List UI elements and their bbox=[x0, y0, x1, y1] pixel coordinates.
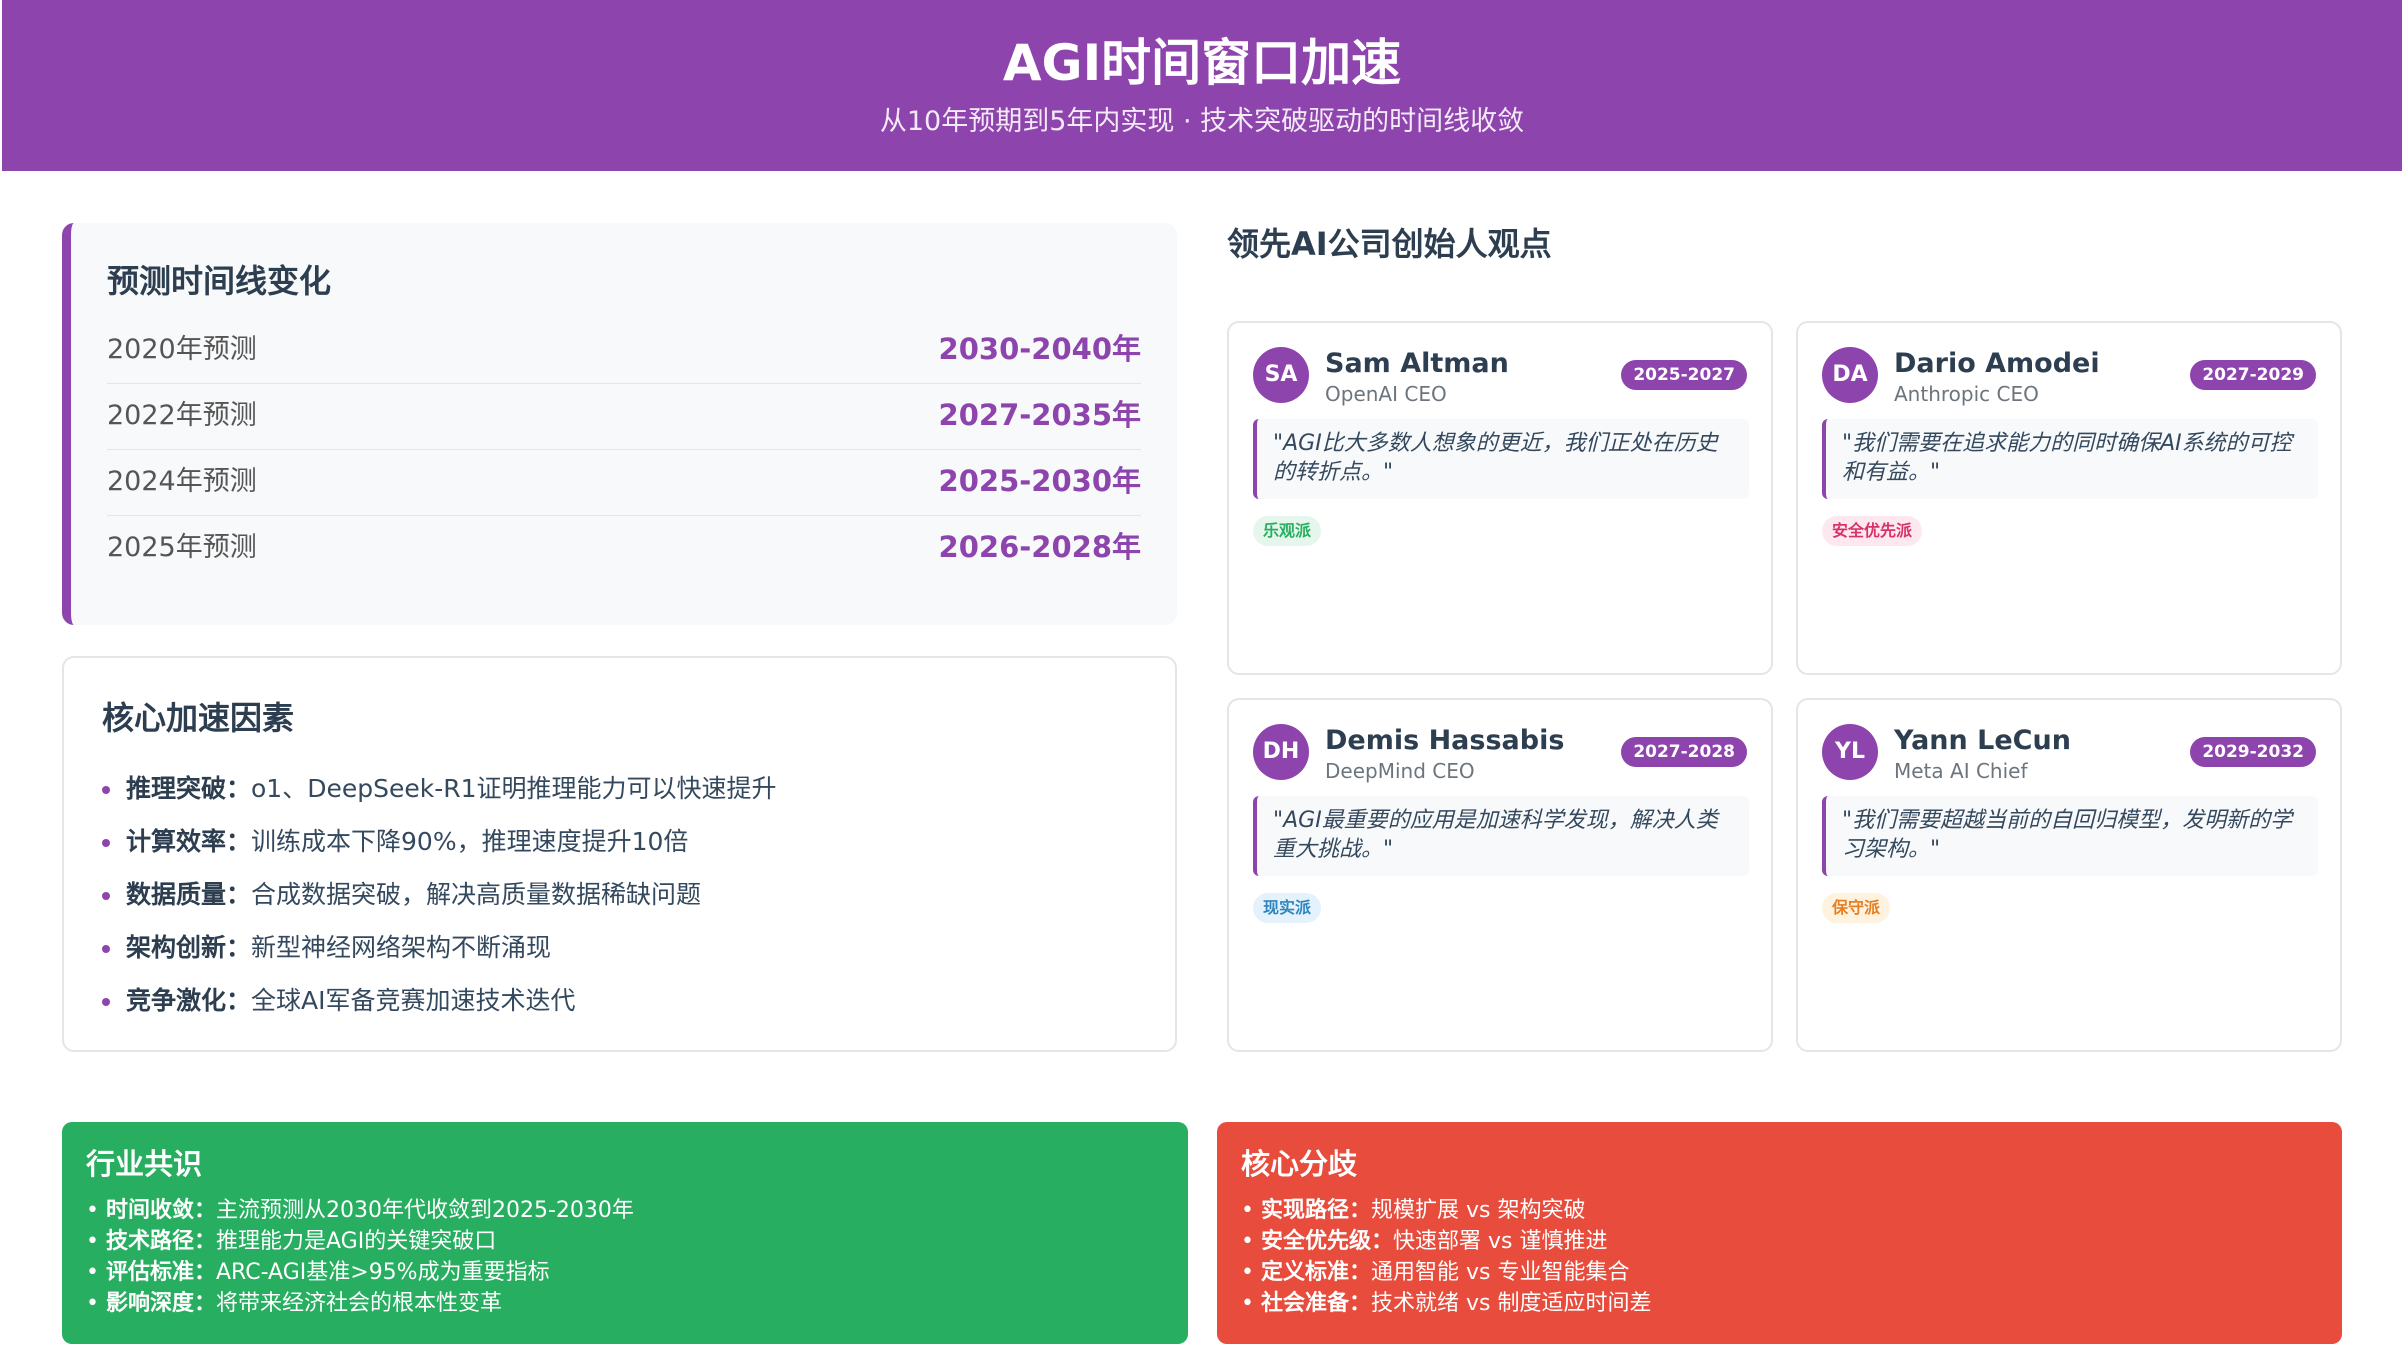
timeline-row: 2022年预测 2027-2035年 bbox=[107, 384, 1141, 450]
consensus-key: 影响深度： bbox=[105, 1291, 216, 1316]
avatar: SA bbox=[1253, 347, 1309, 403]
timeline-row-value: 2027-2035年 bbox=[938, 398, 1141, 432]
divergence-panel: 核心分歧 • 实现路径：规模扩展 vs 架构突破 • 安全优先级：快速部署 vs… bbox=[1217, 1122, 2342, 1344]
leader-name: Yann LeCun bbox=[1894, 725, 2071, 756]
consensus-text: ARC-AGI基准>95%成为重要指标 bbox=[216, 1260, 550, 1285]
list-item: • 定义标准：通用智能 vs 专业智能集合 bbox=[1241, 1260, 1630, 1285]
factor-key: 竞争激化： bbox=[126, 986, 252, 1015]
consensus-list: • 时间收敛：主流预测从2030年代收敛到2025-2030年 • 技术路径：推… bbox=[86, 1195, 634, 1319]
leader-role: Anthropic CEO bbox=[1894, 382, 2039, 406]
leader-card-lecun: YL Yann LeCun Meta AI Chief 2029-2032 "我… bbox=[1796, 698, 2342, 1052]
consensus-text: 推理能力是AGI的关键突破口 bbox=[216, 1229, 497, 1254]
timeline-row: 2025年预测 2026-2028年 bbox=[107, 516, 1141, 582]
prediction-badge: 2025-2027 bbox=[1621, 360, 1747, 390]
leader-quote: "我们需要在追求能力的同时确保AI系统的可控和有益。" bbox=[1822, 419, 2318, 499]
timeline-row-value: 2030-2040年 bbox=[938, 332, 1141, 366]
bullet-icon bbox=[102, 786, 110, 794]
timeline-row-label: 2020年预测 bbox=[107, 334, 257, 365]
stance-tag: 乐观派 bbox=[1253, 516, 1322, 546]
divergence-text: 通用智能 vs 专业智能集合 bbox=[1371, 1260, 1630, 1285]
leaders-title: 领先AI公司创始人观点 bbox=[1227, 225, 1552, 263]
factor-key: 推理突破： bbox=[126, 774, 252, 803]
consensus-text: 主流预测从2030年代收敛到2025-2030年 bbox=[216, 1198, 634, 1223]
factor-key: 数据质量： bbox=[126, 880, 252, 909]
factor-text: o1、DeepSeek-R1证明推理能力可以快速提升 bbox=[251, 774, 777, 803]
list-item: 数据质量：合成数据突破，解决高质量数据稀缺问题 bbox=[102, 868, 777, 921]
leader-role: Meta AI Chief bbox=[1894, 759, 2028, 783]
divergence-list: • 实现路径：规模扩展 vs 架构突破 • 安全优先级：快速部署 vs 谨慎推进… bbox=[1241, 1195, 1651, 1319]
prediction-badge: 2029-2032 bbox=[2190, 737, 2316, 767]
list-item: • 实现路径：规模扩展 vs 架构突破 bbox=[1241, 1198, 1586, 1223]
timeline-title: 预测时间线变化 bbox=[107, 262, 332, 300]
prediction-badge: 2027-2028 bbox=[1621, 737, 1747, 767]
list-item: 计算效率：训练成本下降90%，推理速度提升10倍 bbox=[102, 815, 777, 868]
timeline-row-label: 2022年预测 bbox=[107, 400, 257, 431]
bullet-icon bbox=[102, 839, 110, 847]
stance-tag: 现实派 bbox=[1253, 893, 1322, 923]
leader-quote: "AGI最重要的应用是加速科学发现，解决人类重大挑战。" bbox=[1253, 796, 1749, 876]
consensus-text: 将带来经济社会的根本性变革 bbox=[216, 1291, 503, 1316]
leader-role: DeepMind CEO bbox=[1325, 759, 1475, 783]
divergence-key: 定义标准： bbox=[1260, 1260, 1371, 1285]
leader-role: OpenAI CEO bbox=[1325, 382, 1447, 406]
list-item: • 评估标准：ARC-AGI基准>95%成为重要指标 bbox=[86, 1260, 550, 1285]
factor-text: 新型神经网络架构不断涌现 bbox=[251, 933, 552, 962]
divergence-key: 安全优先级： bbox=[1260, 1229, 1393, 1254]
timeline-row: 2024年预测 2025-2030年 bbox=[107, 450, 1141, 516]
leader-name: Dario Amodei bbox=[1894, 348, 2100, 379]
factors-panel: 核心加速因素 推理突破：o1、DeepSeek-R1证明推理能力可以快速提升 计… bbox=[62, 656, 1177, 1052]
divergence-text: 规模扩展 vs 架构突破 bbox=[1371, 1198, 1586, 1223]
timeline-row-label: 2024年预测 bbox=[107, 466, 257, 497]
list-item: • 技术路径：推理能力是AGI的关键突破口 bbox=[86, 1229, 497, 1254]
stance-tag: 保守派 bbox=[1822, 893, 1891, 923]
timeline-panel: 预测时间线变化 2020年预测 2030-2040年 2022年预测 2027-… bbox=[62, 223, 1177, 625]
consensus-title: 行业共识 bbox=[86, 1147, 203, 1181]
factor-text: 训练成本下降90%，推理速度提升10倍 bbox=[251, 827, 689, 856]
bullet-icon bbox=[102, 998, 110, 1006]
timeline-row: 2020年预测 2030-2040年 bbox=[107, 318, 1141, 384]
leader-card-amodei: DA Dario Amodei Anthropic CEO 2027-2029 … bbox=[1796, 321, 2342, 675]
divergence-key: 实现路径： bbox=[1260, 1198, 1371, 1223]
factor-text: 合成数据突破，解决高质量数据稀缺问题 bbox=[251, 880, 702, 909]
avatar: YL bbox=[1822, 724, 1878, 780]
factor-text: 全球AI军备竞赛加速技术迭代 bbox=[251, 986, 576, 1015]
avatar: DH bbox=[1253, 724, 1309, 780]
list-item: 推理突破：o1、DeepSeek-R1证明推理能力可以快速提升 bbox=[102, 762, 777, 815]
leader-name: Demis Hassabis bbox=[1325, 725, 1565, 756]
leader-card-altman: SA Sam Altman OpenAI CEO 2025-2027 "AGI比… bbox=[1227, 321, 1773, 675]
leader-name: Sam Altman bbox=[1325, 348, 1509, 379]
factors-title: 核心加速因素 bbox=[102, 699, 295, 737]
consensus-panel: 行业共识 • 时间收敛：主流预测从2030年代收敛到2025-2030年 • 技… bbox=[62, 1122, 1188, 1344]
divergence-text: 快速部署 vs 谨慎推进 bbox=[1393, 1229, 1608, 1254]
list-item: 竞争激化：全球AI军备竞赛加速技术迭代 bbox=[102, 974, 777, 1027]
leader-quote: "AGI比大多数人想象的更近，我们正处在历史的转折点。" bbox=[1253, 419, 1749, 499]
list-item: 架构创新：新型神经网络架构不断涌现 bbox=[102, 921, 777, 974]
consensus-key: 时间收敛： bbox=[105, 1198, 216, 1223]
consensus-key: 技术路径： bbox=[105, 1229, 216, 1254]
page-title: AGI时间窗口加速 bbox=[1002, 34, 1402, 92]
leader-card-hassabis: DH Demis Hassabis DeepMind CEO 2027-2028… bbox=[1227, 698, 1773, 1052]
list-item: • 社会准备：技术就绪 vs 制度适应时间差 bbox=[1241, 1291, 1652, 1316]
list-item: • 时间收敛：主流预测从2030年代收敛到2025-2030年 bbox=[86, 1198, 634, 1223]
list-item: • 影响深度：将带来经济社会的根本性变革 bbox=[86, 1291, 503, 1316]
timeline-row-value: 2026-2028年 bbox=[938, 530, 1141, 564]
avatar: DA bbox=[1822, 347, 1878, 403]
factor-key: 计算效率： bbox=[126, 827, 252, 856]
bullet-icon bbox=[102, 892, 110, 900]
page-header: AGI时间窗口加速 从10年预期到5年内实现 · 技术突破驱动的时间线收敛 bbox=[2, 0, 2402, 171]
divergence-title: 核心分歧 bbox=[1241, 1147, 1358, 1181]
factors-list: 推理突破：o1、DeepSeek-R1证明推理能力可以快速提升 计算效率：训练成… bbox=[102, 762, 777, 1027]
timeline-row-label: 2025年预测 bbox=[107, 532, 257, 563]
factor-key: 架构创新： bbox=[126, 933, 252, 962]
page-subtitle: 从10年预期到5年内实现 · 技术突破驱动的时间线收敛 bbox=[879, 106, 1525, 137]
list-item: • 安全优先级：快速部署 vs 谨慎推进 bbox=[1241, 1229, 1608, 1254]
bullet-icon bbox=[102, 945, 110, 953]
prediction-badge: 2027-2029 bbox=[2190, 360, 2316, 390]
timeline-row-value: 2025-2030年 bbox=[938, 464, 1141, 498]
divergence-key: 社会准备： bbox=[1260, 1291, 1371, 1316]
divergence-text: 技术就绪 vs 制度适应时间差 bbox=[1371, 1291, 1652, 1316]
consensus-key: 评估标准： bbox=[105, 1260, 216, 1285]
leader-quote: "我们需要超越当前的自回归模型，发明新的学习架构。" bbox=[1822, 796, 2318, 876]
stance-tag: 安全优先派 bbox=[1822, 516, 1923, 546]
